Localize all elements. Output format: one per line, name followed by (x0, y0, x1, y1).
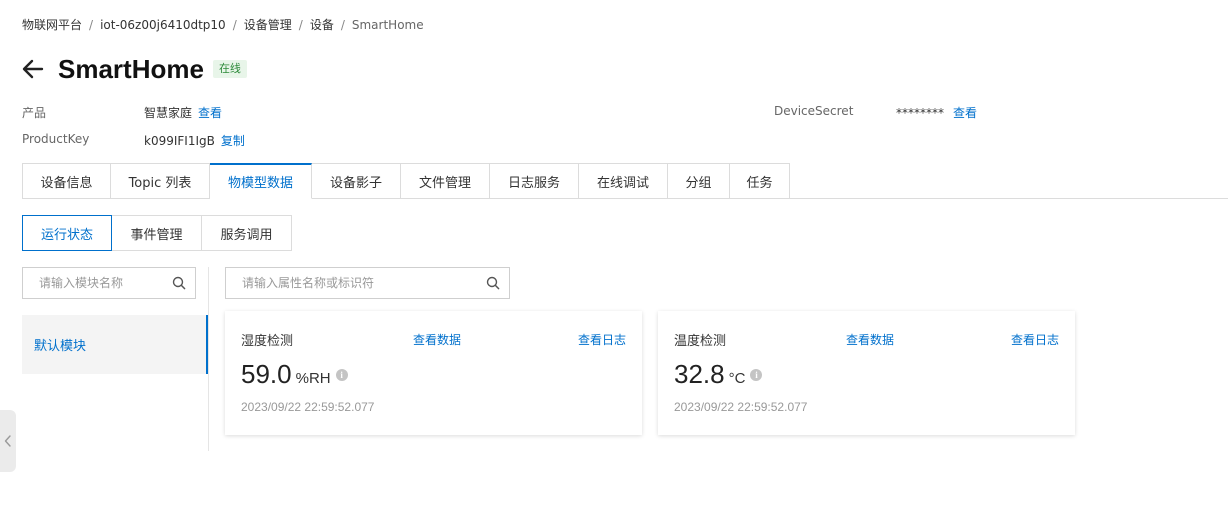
devicesecret-value: ******** (896, 106, 944, 120)
property-search-input[interactable] (242, 276, 485, 290)
property-unit: %RH (295, 370, 331, 387)
devicesecret-meta-label: DeviceSecret (774, 104, 853, 118)
tab-topic-list[interactable]: Topic 列表 (111, 163, 210, 199)
breadcrumb-item-instance[interactable]: iot-06z00j6410dtp10 (100, 18, 226, 32)
subtab-running-status[interactable]: 运行状态 (22, 215, 112, 251)
productkey-value: k099IFI1IgB (144, 134, 215, 148)
breadcrumb-item-device-management[interactable]: 设备管理 (244, 18, 292, 32)
module-search-input[interactable] (39, 276, 171, 290)
tab-thing-model-data[interactable]: 物模型数据 (210, 163, 312, 199)
property-value: 59.0 (241, 359, 292, 389)
search-icon[interactable] (171, 275, 187, 291)
devicesecret-meta-value: ******** 查看 (896, 104, 977, 121)
property-card-humidity: 湿度检测 查看数据 查看日志 59.0 %RH i 2023/09/22 22:… (225, 311, 642, 435)
productkey-copy-link[interactable]: 复制 (221, 134, 245, 148)
module-search-box (22, 267, 196, 299)
page-title: SmartHome (58, 53, 204, 84)
product-label: 产品 (22, 106, 47, 120)
breadcrumb-item-devices[interactable]: 设备 (310, 18, 334, 32)
productkey-meta-label: ProductKey (22, 132, 89, 146)
sub-tabs: 运行状态 事件管理 服务调用 (22, 215, 292, 251)
view-log-link[interactable]: 查看日志 (1011, 331, 1059, 348)
view-log-link[interactable]: 查看日志 (578, 331, 626, 348)
tab-online-debug[interactable]: 在线调试 (579, 163, 668, 199)
property-name: 温度检测 (674, 334, 727, 349)
property-timestamp: 2023/09/22 22:59:52.077 (241, 400, 375, 414)
subtab-event-management[interactable]: 事件管理 (112, 215, 202, 251)
tab-groups[interactable]: 分组 (668, 163, 730, 199)
product-meta-label: 产品 (22, 104, 46, 121)
chevron-left-icon (4, 435, 11, 447)
property-value: 32.8 (674, 359, 725, 389)
main-tabs: 设备信息 Topic 列表 物模型数据 设备影子 文件管理 日志服务 在线调试 … (22, 163, 790, 199)
back-button[interactable] (22, 58, 44, 80)
title-row: SmartHome 在线 (22, 52, 247, 86)
view-data-link[interactable]: 查看数据 (413, 331, 461, 348)
search-icon[interactable] (485, 275, 501, 291)
sidebar-collapse-handle[interactable] (0, 410, 16, 472)
tab-device-info[interactable]: 设备信息 (22, 163, 111, 199)
property-card-temperature: 温度检测 查看数据 查看日志 32.8 °C i 2023/09/22 22:5… (658, 311, 1075, 435)
breadcrumb-separator: / (298, 18, 303, 32)
property-timestamp: 2023/09/22 22:59:52.077 (674, 400, 808, 414)
breadcrumb: 物联网平台 / iot-06z00j6410dtp10 / 设备管理 / 设备 / SmartH… (22, 16, 424, 33)
tab-tasks[interactable]: 任务 (730, 163, 790, 199)
info-icon[interactable]: i (335, 368, 348, 381)
module-sidebar-divider (208, 267, 209, 451)
product-value: 智慧家庭 (144, 106, 193, 120)
status-badge: 在线 (212, 60, 247, 78)
arrow-left-icon (22, 59, 44, 79)
productkey-meta-value: k099IFI1IgB 复制 (144, 132, 245, 149)
breadcrumb-separator: / (89, 18, 94, 32)
tab-device-shadow[interactable]: 设备影子 (312, 163, 401, 199)
property-search-box (225, 267, 510, 299)
info-icon[interactable]: i (750, 368, 763, 381)
breadcrumb-separator: / (232, 18, 237, 32)
devicesecret-label: DeviceSecret (774, 104, 854, 118)
devicesecret-view-link[interactable]: 查看 (953, 106, 977, 120)
product-meta-value: 智慧家庭 查看 (144, 104, 222, 121)
tab-log-service[interactable]: 日志服务 (490, 163, 579, 199)
tab-file-management[interactable]: 文件管理 (401, 163, 490, 199)
subtab-service-invocation[interactable]: 服务调用 (202, 215, 292, 251)
breadcrumb-item-platform[interactable]: 物联网平台 (22, 18, 82, 32)
property-unit: °C (728, 370, 746, 387)
productkey-label: ProductKey (22, 132, 90, 146)
property-value-row: 59.0 %RH i (241, 359, 348, 390)
property-name: 湿度检测 (241, 334, 294, 349)
view-data-link[interactable]: 查看数据 (846, 331, 894, 348)
breadcrumb-item-current: SmartHome (351, 18, 424, 32)
module-item-default[interactable]: 默认模块 (22, 315, 208, 374)
property-value-row: 32.8 °C i (674, 359, 763, 390)
breadcrumb-separator: / (340, 18, 345, 32)
product-view-link[interactable]: 查看 (198, 106, 222, 120)
